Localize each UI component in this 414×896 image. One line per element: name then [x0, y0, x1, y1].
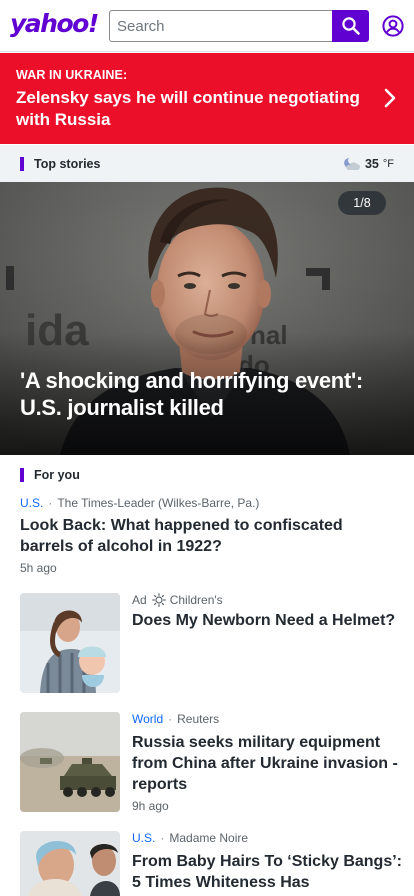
- header: yahoo!: [0, 0, 414, 52]
- meta-separator: ·: [48, 496, 53, 510]
- story-source: Madame Noire: [169, 831, 249, 845]
- meta-separator: ·: [160, 831, 165, 845]
- story-category[interactable]: U.S.: [132, 831, 155, 845]
- story-category[interactable]: World: [132, 712, 163, 726]
- story-image: [20, 831, 120, 896]
- breaking-kicker: WAR IN UKRAINE:: [16, 68, 128, 82]
- story-meta: U.S. · The Times-Leader (Wilkes-Barre, Pa.…: [20, 496, 259, 510]
- sponsor-sun-icon: [151, 593, 166, 607]
- top-stories-header: Top stories 35 °F: [0, 145, 414, 183]
- story-meta: U.S. · Madame Noire: [132, 831, 248, 845]
- user-icon: [382, 15, 404, 37]
- weather-temp: 35: [364, 157, 379, 171]
- story-source: The Times-Leader (Wilkes-Barre, Pa.): [57, 496, 260, 510]
- story-meta: World · Reuters: [132, 712, 219, 726]
- story-title[interactable]: Look Back: What happened to confiscated …: [20, 515, 398, 557]
- hero-title[interactable]: 'A shocking and horrifying event': U.S. …: [20, 367, 400, 421]
- breaking-headline[interactable]: Zelensky says he will continue negotiati…: [16, 87, 366, 131]
- partly-cloudy-night-icon: [344, 158, 360, 170]
- story-thumbnail[interactable]: [20, 831, 120, 896]
- for-you-header: For you: [0, 456, 414, 494]
- weather-unit: °F: [382, 158, 394, 170]
- search-button[interactable]: [332, 10, 369, 42]
- story-source: Reuters: [177, 712, 220, 726]
- yahoo-logo[interactable]: yahoo!: [10, 9, 99, 38]
- search-icon: [341, 17, 360, 35]
- story-title[interactable]: Does My Newborn Need a Helmet?: [132, 610, 402, 631]
- account-button[interactable]: [380, 13, 406, 39]
- section-marker: [20, 468, 24, 482]
- section-marker: [20, 157, 24, 171]
- ad-thumbnail[interactable]: [20, 593, 120, 693]
- weather-widget[interactable]: 35 °F: [343, 157, 394, 171]
- search-box[interactable]: [109, 10, 333, 42]
- ad-label: Ad: [132, 593, 147, 607]
- story-title[interactable]: From Baby Hairs To ‘Sticky Bangs’: 5 Tim…: [132, 851, 402, 893]
- meta-separator: ·: [168, 712, 173, 726]
- story-time: 5h ago: [20, 561, 57, 575]
- story-category[interactable]: U.S.: [20, 496, 43, 510]
- chevron-right-icon[interactable]: [382, 88, 398, 108]
- slide-counter: 1/8: [338, 191, 386, 215]
- story-time: 9h ago: [132, 799, 169, 813]
- story-title[interactable]: Russia seeks military equipment from Chi…: [132, 732, 402, 795]
- top-stories-label: Top stories: [34, 157, 101, 171]
- ad-sponsor: Children's: [169, 593, 223, 607]
- ad-image: [20, 593, 120, 693]
- story-meta: Ad Children's: [132, 593, 223, 607]
- story-thumbnail[interactable]: [20, 712, 120, 812]
- breaking-news-banner[interactable]: WAR IN UKRAINE: Zelensky says he will co…: [0, 53, 414, 144]
- search-input[interactable]: [110, 11, 333, 41]
- story-image: [20, 712, 120, 812]
- for-you-label: For you: [34, 468, 80, 482]
